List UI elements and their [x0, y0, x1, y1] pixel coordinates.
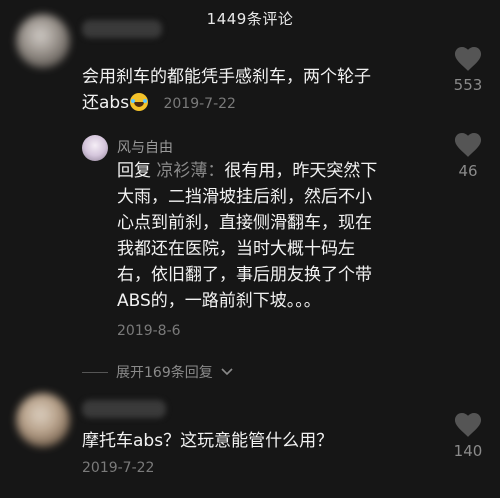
reply-text-line: 心点到前刹，直接侧滑翻车，现在 — [117, 213, 372, 233]
comment-text[interactable]: 会用刹车的都能凭手感刹车，两个轮子 还abs 2019-7-22 — [82, 64, 442, 117]
avatar[interactable] — [16, 14, 70, 68]
reply-prefix: 回复 — [117, 161, 151, 181]
like-count: 553 — [453, 76, 483, 94]
comment-text-line: 还abs — [82, 93, 130, 113]
reply-text-line: 大雨，二挡滑坡挂后刹，然后不小 — [117, 187, 372, 207]
username-blurred[interactable] — [82, 400, 166, 418]
reply-text[interactable]: 回复 凉衫薄：很有用，昨天突然下 大雨，二挡滑坡挂后刹，然后不小 心点到前刹，直… — [117, 158, 397, 314]
comment-date: 2019-7-22 — [163, 96, 236, 112]
expand-replies-label: 展开169条回复 — [116, 365, 213, 381]
heart-icon — [454, 133, 482, 157]
heart-icon — [454, 47, 482, 71]
laughing-tears-emoji-icon — [130, 93, 149, 111]
comment-text[interactable]: 摩托车abs？这玩意能管什么用？ — [82, 428, 422, 454]
comment-count-title: 1449条评论 — [206, 9, 294, 28]
like-button[interactable]: 140 — [438, 413, 498, 460]
reply-text-line: 右，依旧翻了，事后朋友换了个带 — [117, 265, 372, 285]
comment-date: 2019-7-22 — [82, 460, 155, 476]
reply-mention[interactable]: 凉衫薄： — [156, 161, 224, 181]
heart-icon — [454, 413, 482, 437]
reply-date: 2019-8-6 — [117, 323, 181, 339]
like-button[interactable]: 553 — [438, 47, 498, 94]
reply-avatar[interactable] — [82, 135, 108, 161]
comment-text-line: 摩托车abs？这玩意能管什么用？ — [82, 431, 334, 451]
reply-text-line: 我都还在医院，当时大概十码左 — [117, 239, 355, 259]
reply-text-line: 很有用，昨天突然下 — [224, 161, 378, 181]
comments-header: 1449条评论 — [0, 0, 500, 36]
username-blurred[interactable] — [82, 20, 162, 38]
chevron-down-icon — [221, 368, 233, 376]
avatar[interactable] — [16, 393, 70, 447]
like-button[interactable]: 46 — [438, 133, 498, 180]
like-count: 46 — [458, 162, 478, 180]
reply-text-line: ABS的，一路前刹下坡。。。 — [117, 291, 321, 311]
expand-replies-button[interactable]: 展开169条回复 — [82, 362, 233, 382]
like-count: 140 — [453, 442, 483, 460]
comment-text-line: 会用刹车的都能凭手感刹车，两个轮子 — [82, 67, 371, 87]
reply-username[interactable]: 风与自由 — [117, 137, 173, 157]
divider — [82, 371, 108, 373]
